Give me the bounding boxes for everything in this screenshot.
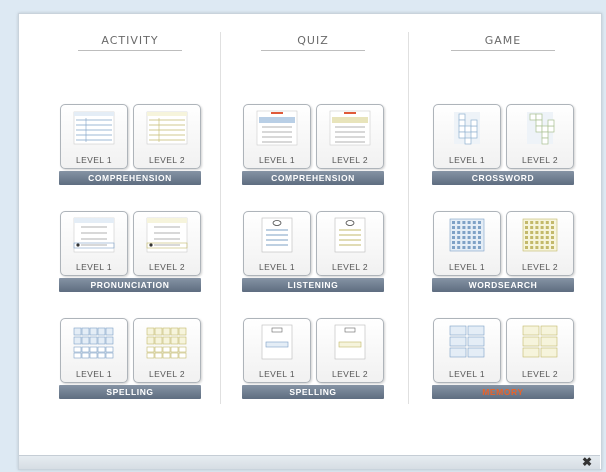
pronounce-thumbnail-icon [71, 217, 117, 253]
category-bar-pronunciation[interactable]: PRONUNCIATION [59, 278, 201, 292]
category-bar-comprehension[interactable]: COMPREHENSION [59, 171, 201, 185]
level-label: LEVEL 1 [75, 262, 113, 272]
column-divider [408, 32, 409, 404]
column-title-game: GAME [484, 34, 522, 47]
level-1-card[interactable]: LEVEL 1 [433, 318, 501, 383]
level-label: LEVEL 1 [258, 262, 296, 272]
table-thumbnail-icon [71, 110, 117, 146]
memory-thumbnail-icon [517, 324, 563, 360]
letters-thumbnail-icon [144, 324, 190, 360]
category-bar-spelling[interactable]: SPELLING [242, 385, 384, 399]
group-game-memory: LEVEL 1 LEVEL 2 MEMORY [432, 318, 574, 402]
wordsearch-thumbnail-icon [517, 217, 563, 253]
column-title-quiz: QUIZ [297, 34, 329, 47]
group-quiz-spelling: LEVEL 1 LEVEL 2 SPELLING [242, 318, 384, 402]
level-label: LEVEL 2 [148, 155, 186, 165]
column-divider [220, 32, 221, 404]
memory-thumbnail-icon [444, 324, 490, 360]
spell-thumbnail-icon [254, 324, 300, 360]
listen-thumbnail-icon [327, 217, 373, 253]
group-game-crossword: LEVEL 1 LEVEL 2 CROSSWORD [432, 104, 574, 188]
bottom-strip: ✖ [19, 455, 600, 469]
level-label: LEVEL 2 [521, 155, 559, 165]
listen-thumbnail-icon [254, 217, 300, 253]
level-2-card[interactable]: LEVEL 2 [133, 318, 201, 383]
level-1-card[interactable]: LEVEL 1 [243, 211, 311, 276]
level-label: LEVEL 2 [521, 369, 559, 379]
level-label: LEVEL 2 [148, 369, 186, 379]
group-game-wordsearch: LEVEL 1 LEVEL 2 WORDSEARCH [432, 211, 574, 295]
quiz-thumbnail-icon [254, 110, 300, 146]
crossword-thumbnail-icon [444, 110, 490, 146]
level-2-card[interactable]: LEVEL 2 [506, 318, 574, 383]
main-panel: ACTIVITY LEVEL 1 LEVEL 2 COMPREHENSION LEVEL… [18, 13, 602, 470]
crossword-thumbnail-icon [517, 110, 563, 146]
level-2-card[interactable]: LEVEL 2 [316, 211, 384, 276]
level-label: LEVEL 1 [448, 155, 486, 165]
close-icon[interactable]: ✖ [582, 455, 592, 469]
table-thumbnail-icon [144, 110, 190, 146]
pronounce-thumbnail-icon [144, 217, 190, 253]
spell-thumbnail-icon [327, 324, 373, 360]
level-1-card[interactable]: LEVEL 1 [60, 104, 128, 169]
column-title-underline [78, 50, 182, 51]
level-1-card[interactable]: LEVEL 1 [433, 104, 501, 169]
level-2-card[interactable]: LEVEL 2 [133, 104, 201, 169]
column-title-underline [451, 50, 555, 51]
group-activity-pronunciation: LEVEL 1 LEVEL 2 PRONUNCIATION [59, 211, 201, 295]
group-quiz-comprehension: LEVEL 1 LEVEL 2 COMPREHENSION [242, 104, 384, 188]
level-label: LEVEL 1 [448, 262, 486, 272]
level-label: LEVEL 2 [331, 155, 369, 165]
group-activity-spelling: LEVEL 1 LEVEL 2 SPELLING [59, 318, 201, 402]
level-label: LEVEL 1 [75, 155, 113, 165]
category-bar-wordsearch[interactable]: WORDSEARCH [432, 278, 574, 292]
level-label: LEVEL 2 [521, 262, 559, 272]
level-1-card[interactable]: LEVEL 1 [433, 211, 501, 276]
letters-thumbnail-icon [71, 324, 117, 360]
level-label: LEVEL 1 [448, 369, 486, 379]
category-bar-memory[interactable]: MEMORY [432, 385, 574, 399]
category-bar-spelling[interactable]: SPELLING [59, 385, 201, 399]
level-2-card[interactable]: LEVEL 2 [316, 104, 384, 169]
level-label: LEVEL 2 [331, 262, 369, 272]
level-1-card[interactable]: LEVEL 1 [60, 318, 128, 383]
category-bar-comprehension[interactable]: COMPREHENSION [242, 171, 384, 185]
level-label: LEVEL 1 [75, 369, 113, 379]
level-2-card[interactable]: LEVEL 2 [316, 318, 384, 383]
level-1-card[interactable]: LEVEL 1 [60, 211, 128, 276]
level-2-card[interactable]: LEVEL 2 [506, 104, 574, 169]
column-title-activity: ACTIVITY [101, 34, 159, 47]
group-quiz-listening: LEVEL 1 LEVEL 2 LISTENING [242, 211, 384, 295]
category-bar-listening[interactable]: LISTENING [242, 278, 384, 292]
quiz-thumbnail-icon [327, 110, 373, 146]
level-label: LEVEL 2 [331, 369, 369, 379]
wordsearch-thumbnail-icon [444, 217, 490, 253]
category-bar-crossword[interactable]: CROSSWORD [432, 171, 574, 185]
level-label: LEVEL 2 [148, 262, 186, 272]
level-label: LEVEL 1 [258, 155, 296, 165]
level-1-card[interactable]: LEVEL 1 [243, 318, 311, 383]
column-title-underline [261, 50, 365, 51]
level-label: LEVEL 1 [258, 369, 296, 379]
level-1-card[interactable]: LEVEL 1 [243, 104, 311, 169]
group-activity-comprehension: LEVEL 1 LEVEL 2 COMPREHENSION [59, 104, 201, 188]
level-2-card[interactable]: LEVEL 2 [133, 211, 201, 276]
level-2-card[interactable]: LEVEL 2 [506, 211, 574, 276]
